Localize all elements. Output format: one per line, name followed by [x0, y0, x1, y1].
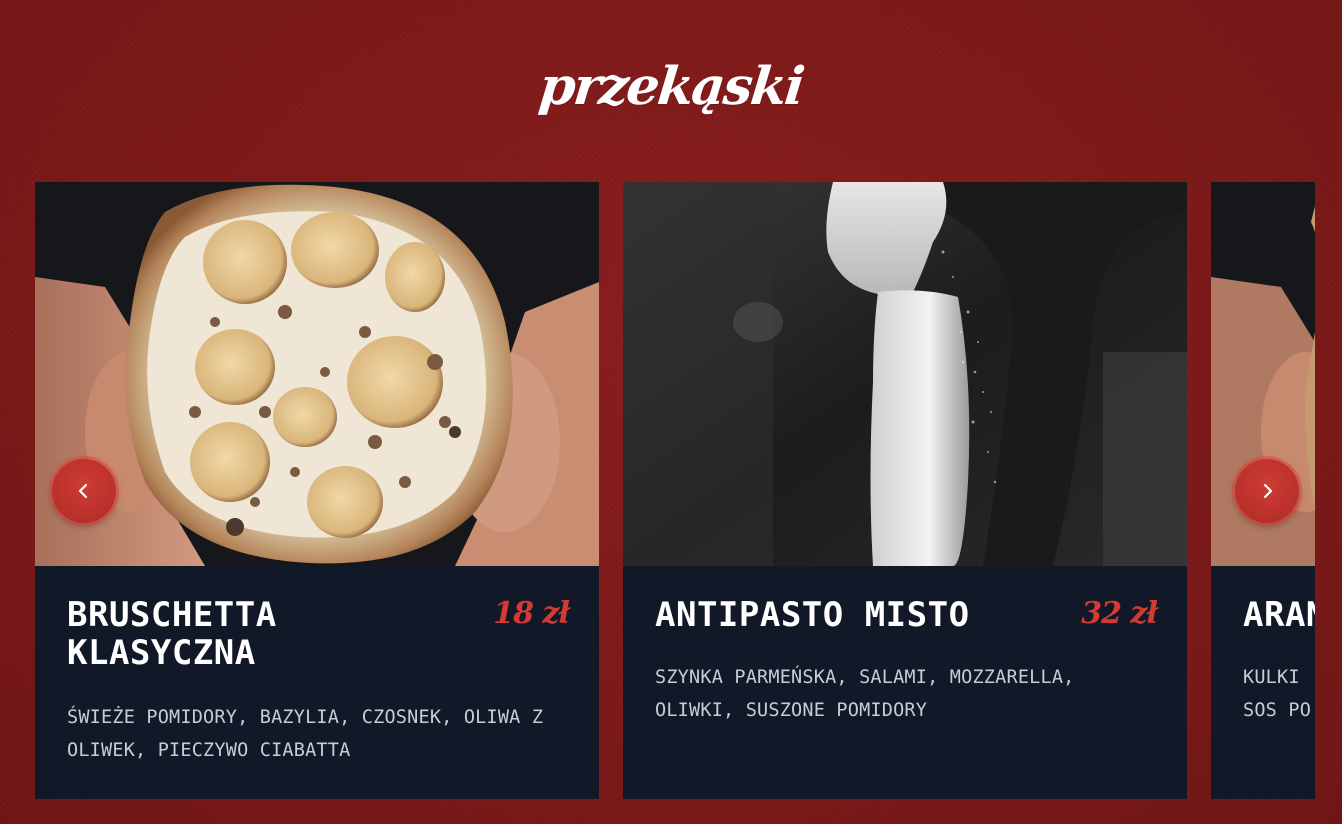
menu-carousel: BRUSCHETTA KLASYCZNA 18 zł ŚWIEŻE POMIDO…	[0, 182, 1315, 799]
card-description: SZYNKA PARMEŃSKA, SALAMI, MOZZARELLA, OL…	[655, 667, 1075, 721]
card-body: BRUSCHETTA KLASYCZNA 18 zł ŚWIEŻE POMIDO…	[35, 566, 599, 799]
card-body: ANTIPASTO MISTO 32 zł SZYNKA PARMEŃSKA, …	[623, 566, 1187, 799]
card-title: ANTIPASTO MISTO	[655, 595, 970, 635]
antipasto-image	[623, 182, 1187, 566]
card-price: 32 zł	[1081, 596, 1158, 631]
chevron-right-icon	[1263, 483, 1273, 499]
carousel-next-button[interactable]	[1235, 459, 1299, 523]
section-title: przekąski	[536, 56, 806, 117]
card-body: ARAN KULKI SOS PO	[1211, 566, 1315, 799]
bruschetta-image	[35, 182, 599, 566]
card-price: 18 zł	[493, 596, 570, 631]
card-title: ARAN	[1243, 595, 1315, 635]
menu-card: BRUSCHETTA KLASYCZNA 18 zł ŚWIEŻE POMIDO…	[35, 182, 599, 799]
card-description: ŚWIEŻE POMIDORY, BAZYLIA, CZOSNEK, OLIWA…	[67, 707, 544, 761]
card-description-line: SOS PO	[1243, 700, 1312, 721]
chevron-left-icon	[78, 483, 88, 499]
card-title: BRUSCHETTA KLASYCZNA	[67, 595, 277, 673]
card-description: KULKI SOS PO	[1243, 661, 1315, 727]
carousel-prev-button[interactable]	[52, 459, 116, 523]
card-description-line: KULKI	[1243, 667, 1300, 688]
menu-card: ANTIPASTO MISTO 32 zł SZYNKA PARMEŃSKA, …	[623, 182, 1187, 799]
